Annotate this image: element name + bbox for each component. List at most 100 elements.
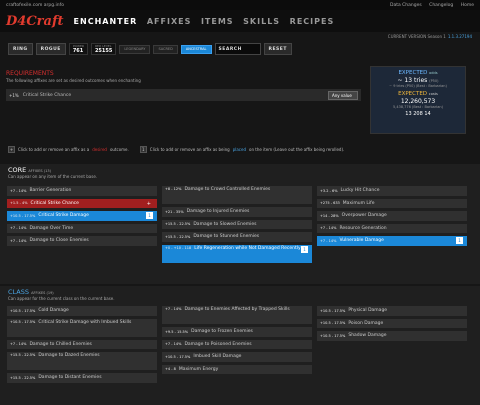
affix-name: Life Regeneration while Not Damaged Rece… xyxy=(194,245,301,251)
affix-item[interactable]: +8 - 12% Damage to Crowd Controlled Enemi… xyxy=(162,186,312,204)
affix-item[interactable]: +9.5 - 15.5% Damage to Frozen Enemies xyxy=(162,327,312,337)
affix-item[interactable]: +15.5 - 22.5% Damage to Stunned Enemies xyxy=(162,232,312,242)
rogue-button[interactable]: ROGUE xyxy=(35,43,66,55)
affix-name: Critical Strike Chance xyxy=(30,200,79,206)
affix-name: Cold Damage xyxy=(38,308,69,314)
plus-icon[interactable]: + xyxy=(147,201,151,207)
value-select[interactable]: Any value xyxy=(328,90,358,100)
sacred-toggle[interactable]: SACRED xyxy=(153,44,178,54)
affix-name: Poison Damage xyxy=(348,320,384,326)
data-changes-link[interactable]: Data Changes xyxy=(390,3,422,8)
nav-affixes[interactable]: AFFIXES xyxy=(147,17,192,26)
affix-name: Shadow Damage xyxy=(348,333,387,339)
ring-button[interactable]: RING xyxy=(8,43,33,55)
affix-range: +275 - 633 xyxy=(320,201,340,206)
affix-item[interactable]: +3.2 - 6% Lucky Hit Chance xyxy=(317,186,467,196)
toolbar: RING ROGUE POWER 761 REQ LEVEL 25155 LEGEN… xyxy=(0,41,480,57)
one-icon: 1 xyxy=(139,146,147,153)
affix-range: +7 - 14% xyxy=(10,342,27,347)
affix-name: Maximum Energy xyxy=(178,366,219,372)
affix-item[interactable]: +7 - 14% Vulnerable Damage 1 xyxy=(317,236,467,246)
affix-item[interactable]: +275 - 633 Maximum Life xyxy=(317,198,467,208)
affix-range: +9.5 - 15.5% xyxy=(165,329,189,334)
affix-item[interactable]: +7 - 14% Damage to Enemies Affected by Tr… xyxy=(162,306,312,324)
affix-item[interactable]: +0 - +10 - 118 Life Regeneration while No… xyxy=(162,244,312,263)
affix-item[interactable]: +10.5 - 17.5% Poison Damage xyxy=(317,318,467,328)
affix-item[interactable]: +10.5 - 17.5% Cold Damage xyxy=(7,306,157,316)
affix-item[interactable]: +7 - 14% Barrier Generation xyxy=(7,186,157,196)
requirement-row[interactable]: +1% Critical Strike Chance Any value xyxy=(6,89,361,101)
affix-range: +7 - 14% xyxy=(10,238,27,243)
placed-icon[interactable]: 1 xyxy=(456,237,463,244)
affix-range: +7 - 14% xyxy=(10,226,27,231)
affix-item[interactable]: +7 - 14% Resource Generation xyxy=(317,223,467,233)
affix-item[interactable]: +7 - 14% Damage to Poisoned Enemies xyxy=(162,339,312,349)
affix-range: +7 - 14% xyxy=(165,307,182,311)
top-bar: craftofexile.com arpg.info Data Changes … xyxy=(0,0,480,10)
affix-item[interactable]: +7 - 14% Damage to Chilled Enemies xyxy=(7,339,157,349)
affix-item[interactable]: +10.5 - 17.5% Critical Strike Damage 1 xyxy=(7,211,157,221)
affix-range: +15.5 - 22.5% xyxy=(10,375,36,380)
affix-item[interactable]: +10.5 - 17.5% Imbued Skill Damage xyxy=(162,352,312,362)
requirements-title: REQUIREMENTS xyxy=(6,70,54,77)
ancestral-toggle[interactable]: ANCESTRAL xyxy=(180,44,212,54)
placed-icon[interactable]: 1 xyxy=(146,212,153,219)
affix-name: Damage to Frozen Enemies xyxy=(191,329,253,335)
affix-name: Maximum Life xyxy=(342,200,375,206)
affix-range: +10.5 - 17.5% xyxy=(320,321,346,326)
affix-name: Physical Damage xyxy=(348,308,388,314)
affix-name: Imbued Skill Damage xyxy=(193,354,242,360)
nav-enchanter[interactable]: ENCHANTER xyxy=(74,17,138,26)
changelog-link[interactable]: Changelog xyxy=(429,3,453,8)
requirements-panel: REQUIREMENTS The following affixes are s… xyxy=(6,70,361,101)
affix-range: +10.5 - 17.5% xyxy=(320,308,346,313)
affix-range: +15.5 - 22.5% xyxy=(165,234,191,239)
affix-name: Damage to Stunned Enemies xyxy=(193,234,260,240)
search-input[interactable]: SEARCH xyxy=(214,43,261,55)
affix-range: +7 - 14% xyxy=(165,342,182,347)
affix-range: +10.5 - 17.5% xyxy=(10,319,36,324)
affix-item[interactable]: +10.5 - 17.5% Critical Strike Damage with… xyxy=(7,318,157,337)
nav-skills[interactable]: SKILLS xyxy=(243,17,280,26)
affix-item[interactable]: +15.5 - 22.5% Damage to Slowed Enemies xyxy=(162,219,312,229)
affix-range: +8 - 12% xyxy=(165,187,182,191)
affix-item[interactable]: +21 - 35% Damage to Injured Enemies xyxy=(162,207,312,217)
class-section: CLASS AFFIXES (19) Can appear for the cu… xyxy=(0,286,480,405)
affix-item[interactable]: +15.5 - 22.5% Damage to Distant Enemies xyxy=(7,373,157,383)
affix-item[interactable]: +4 - 8 Maximum Energy xyxy=(162,364,312,374)
nav-items[interactable]: ITEMS xyxy=(201,17,234,26)
affix-range: +10.5 - 17.5% xyxy=(320,333,346,338)
affix-item[interactable]: +1.5 - 4% Critical Strike Chance + xyxy=(7,198,157,208)
affix-name: Damage to Distant Enemies xyxy=(38,375,102,381)
affix-name: Vulnerable Damage xyxy=(339,238,384,244)
hint-row: + Click to add or remove an affix as a de… xyxy=(8,146,345,153)
home-link[interactable]: Home xyxy=(461,3,474,8)
affix-range: +15.5 - 22.5% xyxy=(10,353,36,357)
affix-name: Damage to Chilled Enemies xyxy=(29,341,92,347)
affix-range: +10.5 - 17.5% xyxy=(10,308,36,313)
power-field[interactable]: POWER 761 xyxy=(68,43,88,55)
affix-range: +3.2 - 6% xyxy=(320,188,338,193)
affix-name: Damage to Close Enemies xyxy=(29,238,89,244)
affix-name: Damage to Poisoned Enemies xyxy=(184,341,252,347)
nav-recipes[interactable]: RECIPES xyxy=(290,17,335,26)
affix-item[interactable]: +7 - 14% Damage to Close Enemies xyxy=(7,236,157,246)
logo[interactable]: D4Craft xyxy=(6,14,64,29)
affix-item[interactable]: +7 - 14% Damage Over Time xyxy=(7,223,157,233)
placed-icon[interactable]: 1 xyxy=(301,245,308,253)
req-level-field[interactable]: REQ LEVEL 25155 xyxy=(90,43,117,55)
affix-name: Damage to Crowd Controlled Enemies xyxy=(184,187,271,192)
reset-button[interactable]: RESET xyxy=(263,43,292,55)
affix-item[interactable]: +15.5 - 22.5% Damage to Dazed Enemies xyxy=(7,352,157,370)
site-links[interactable]: craftofexile.com arpg.info xyxy=(6,3,64,8)
affix-name: Damage to Injured Enemies xyxy=(186,209,250,215)
affix-item[interactable]: +10.5 - 17.5% Physical Damage xyxy=(317,306,467,316)
affix-name: Damage to Slowed Enemies xyxy=(193,221,257,227)
affix-item[interactable]: +10.5 - 17.5% Shadow Damage xyxy=(317,331,467,341)
affix-name: Critical Strike Damage xyxy=(38,213,89,219)
plus-icon: + xyxy=(8,146,15,153)
legendary-toggle[interactable]: LEGENDARY xyxy=(119,44,151,54)
affix-item[interactable]: +14 - 28% Overpower Damage xyxy=(317,211,467,221)
affix-name: Lucky Hit Chance xyxy=(340,188,380,194)
affix-range: +0 - +10 - 118 xyxy=(165,245,192,250)
